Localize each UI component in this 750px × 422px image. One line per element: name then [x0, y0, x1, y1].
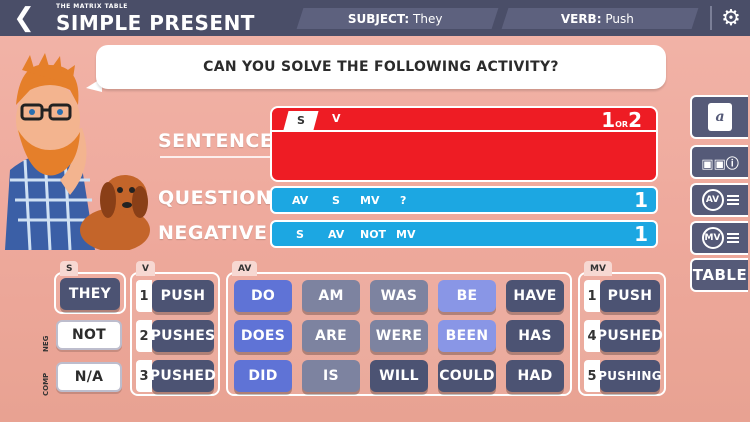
pattern-help-icon: ▣▣ⓘ: [701, 156, 739, 172]
av-tile-has[interactable]: HAS: [506, 320, 564, 352]
neg-tile-not[interactable]: NOT: [56, 320, 122, 350]
token-av: AV: [328, 228, 345, 241]
mv-circle-icon: MV: [701, 227, 724, 249]
verb-panel: V 1 PUSH 2 PUSHES 3 PUSHED: [130, 261, 220, 396]
label-underline: [160, 156, 270, 158]
av-tile-were[interactable]: WERE: [370, 320, 428, 352]
settings-button[interactable]: ⚙: [712, 0, 750, 36]
subject-label: SUBJECT:: [348, 11, 410, 26]
sentence-answer-box[interactable]: S V 1OR2: [270, 106, 658, 182]
panel-tab-mv: MV: [584, 261, 612, 276]
token-mv: MV: [360, 194, 380, 207]
av-tile-could[interactable]: COULD: [438, 360, 496, 392]
auxiliary-verb-panel: AV DO AM WAS BE HAVE DOES ARE WERE BEEN …: [226, 261, 572, 396]
page-title: SIMPLE PRESENT: [56, 11, 255, 35]
mv-number: 1: [584, 280, 600, 312]
title-block: THE MATRIX TABLE SIMPLE PRESENT: [56, 3, 255, 35]
subject-value: They: [413, 11, 443, 26]
question-count: 1: [634, 188, 648, 212]
pattern-help-button[interactable]: ▣▣ⓘ: [690, 145, 748, 179]
av-tile-did[interactable]: DID: [234, 360, 292, 392]
back-button[interactable]: ❮: [0, 0, 48, 36]
av-tile-is[interactable]: IS: [302, 360, 360, 392]
verb-pill: VERB: Push: [501, 8, 699, 29]
subject-pill: SUBJECT: They: [296, 8, 499, 29]
comp-tile-na[interactable]: N/A: [56, 362, 122, 392]
verb-label: VERB:: [561, 11, 602, 26]
back-arrow-icon: ❮: [13, 3, 35, 33]
main-verb-panel: MV 1 PUSH 4 PUSHED 5 PUSHING: [578, 261, 666, 396]
token-s: S: [332, 194, 340, 207]
mv-tile-pushing[interactable]: PUSHING: [598, 360, 662, 392]
subject-tile-they[interactable]: THEY: [60, 278, 120, 310]
token-question-mark: ?: [400, 194, 407, 207]
verb-tile-push[interactable]: PUSH: [152, 280, 214, 312]
neg-side-label: NEG: [42, 335, 50, 352]
av-circle-icon: AV: [701, 189, 724, 211]
token-mv: MV: [396, 228, 416, 241]
top-bar: ❮ THE MATRIX TABLE SIMPLE PRESENT SUBJEC…: [0, 0, 750, 36]
prompt-bubble: CAN YOU SOLVE THE FOLLOWING ACTIVITY?: [96, 45, 666, 89]
av-tile-be[interactable]: BE: [438, 280, 496, 312]
question-pattern-bar[interactable]: AV S MV ? 1: [270, 186, 658, 214]
list-lines-icon: [726, 233, 739, 243]
av-tile-had[interactable]: HAD: [506, 360, 564, 392]
subject-panel: S THEY: [54, 261, 126, 314]
token-s-selected[interactable]: S: [283, 111, 319, 130]
av-button[interactable]: AV: [690, 183, 748, 217]
mv-tile-push[interactable]: PUSH: [600, 280, 660, 312]
mv-button[interactable]: MV: [690, 221, 748, 255]
av-tile-does[interactable]: DOES: [234, 320, 292, 352]
av-tile-am[interactable]: AM: [302, 280, 360, 312]
token-s: S: [296, 228, 304, 241]
notebook-button[interactable]: a: [690, 95, 748, 139]
notebook-icon: a: [708, 103, 732, 131]
panel-tab-v: V: [136, 261, 155, 276]
av-tile-will[interactable]: WILL: [370, 360, 428, 392]
negative-count: 1: [634, 222, 648, 246]
verb-tile-pushes[interactable]: PUSHES: [151, 320, 215, 352]
sentence-count: 1OR2: [601, 108, 642, 132]
table-button[interactable]: TABLE: [690, 258, 748, 292]
verb-value: Push: [605, 11, 635, 26]
av-tile-been[interactable]: BEEN: [438, 320, 496, 352]
comp-side-label: COMP: [42, 372, 50, 396]
panel-tab-av: AV: [232, 261, 258, 276]
token-v[interactable]: V: [332, 112, 341, 125]
sentence-header: S V 1OR2: [272, 108, 656, 132]
negative-pattern-bar[interactable]: S AV NOT MV 1: [270, 220, 658, 248]
app-subtitle: THE MATRIX TABLE: [56, 3, 128, 10]
av-tile-are[interactable]: ARE: [302, 320, 360, 352]
panel-tab-s: S: [60, 261, 79, 276]
av-tile-have[interactable]: HAVE: [506, 280, 564, 312]
token-not: NOT: [360, 228, 387, 241]
negative-label: NEGATIVE ⊘: [158, 222, 286, 244]
verb-tile-pushed[interactable]: PUSHED: [150, 360, 216, 392]
verb-number: 1: [136, 280, 152, 312]
mv-tile-pushed[interactable]: PUSHED: [597, 320, 663, 352]
av-tile-do[interactable]: DO: [234, 280, 292, 312]
list-lines-icon: [726, 195, 739, 205]
token-av: AV: [292, 194, 309, 207]
gear-icon: ⚙: [721, 5, 741, 31]
av-tile-was[interactable]: WAS: [370, 280, 428, 312]
